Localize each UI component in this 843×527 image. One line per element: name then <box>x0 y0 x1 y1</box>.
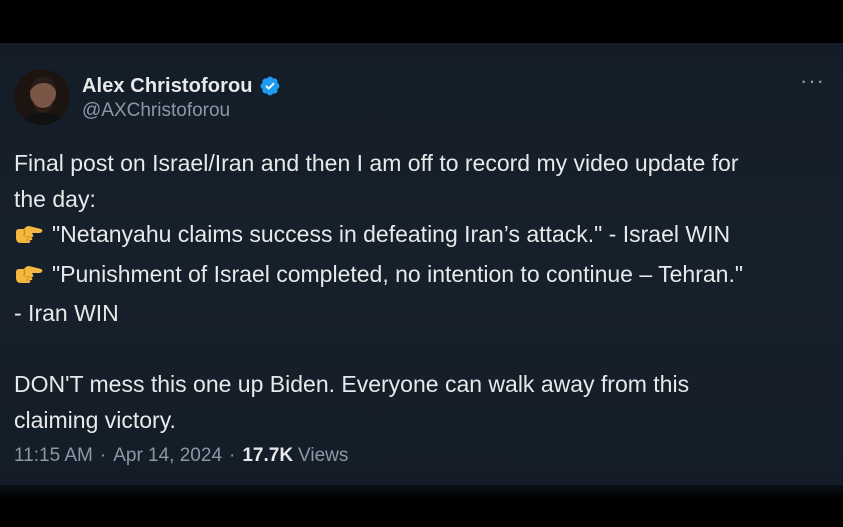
pointing-right-hand-icon <box>14 221 44 257</box>
bullet-text: "Netanyahu claims success in defeating I… <box>52 221 731 247</box>
post-text-line: "Netanyahu claims success in defeating I… <box>14 217 824 257</box>
bullet-text: "Punishment of Israel completed, no inte… <box>52 260 743 287</box>
author-avatar[interactable] <box>14 69 70 125</box>
views-label: Views <box>298 445 349 466</box>
author-name-row: Alex Christoforou <box>82 72 281 100</box>
post-text-line: DON'T mess this one up Biden. Everyone c… <box>14 371 690 397</box>
post-text: Final post on Israel/Iran and then I am … <box>14 146 824 438</box>
post-card: Alex Christoforou @AXChristoforou ··· Fi… <box>0 43 843 485</box>
meta-separator: · <box>229 445 236 466</box>
meta-separator: · <box>99 445 107 466</box>
bottom-edge <box>0 485 843 499</box>
post-time[interactable]: 11:15 AM <box>14 445 93 467</box>
screenshot-frame: Alex Christoforou @AXChristoforou ··· Fi… <box>0 0 843 527</box>
post-text-line: "Punishment of Israel completed, no inte… <box>14 257 824 297</box>
views-count[interactable]: 17.7K <box>242 445 293 467</box>
author-display-name[interactable]: Alex Christoforou <box>82 75 253 98</box>
verified-badge-icon <box>259 75 281 97</box>
author-handle[interactable]: @AXChristoforou <box>82 100 230 122</box>
post-text-line: claiming victory. <box>14 406 176 433</box>
pointing-right-hand-icon <box>14 261 44 297</box>
more-options-icon[interactable]: ··· <box>800 70 825 92</box>
post-date[interactable]: Apr 14, 2024 <box>113 445 222 467</box>
post-metadata: 11:15 AM · Apr 14, 2024 · 17.7K Views <box>14 445 348 467</box>
post-text-line: - Iran WIN <box>14 300 119 326</box>
post-text-line: the day: <box>14 185 96 212</box>
post-text-line: Final post on Israel/Iran and then I am … <box>14 150 739 176</box>
